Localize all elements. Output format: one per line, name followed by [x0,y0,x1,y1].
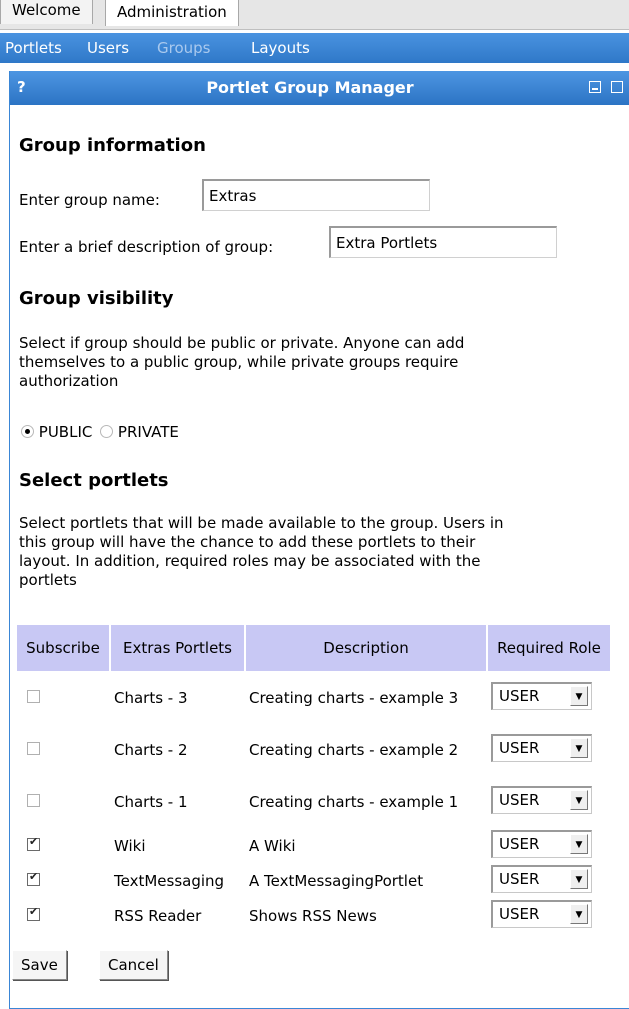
subnav-layouts[interactable]: Layouts [251,33,310,63]
select-portlets-help-line-3: layout. In addition, required roles may … [19,552,481,570]
col-required-role-header: Required Role [488,625,610,671]
role-select[interactable]: USER ▼ [491,829,592,858]
tab-administration[interactable]: Administration [105,0,239,26]
role-select[interactable]: USER ▼ [491,899,592,928]
portlet-description-cell: A TextMessagingPortlet [249,871,424,890]
select-portlets-help-line-4: portlets [19,571,77,589]
role-select-value: USER [499,687,540,705]
col-subscribe-header: Subscribe [17,625,109,671]
chevron-down-icon[interactable]: ▼ [570,833,588,854]
save-button[interactable]: Save [12,950,67,980]
select-portlets-help-line-2: this group will have the chance to add t… [19,533,476,551]
maximize-icon[interactable] [611,81,623,93]
portlets-table: Subscribe Extras Portlets Description Re… [15,623,612,934]
subnav-users[interactable]: Users [87,33,129,63]
role-select-value: USER [499,739,540,757]
portlet-name-cell: Charts - 1 [114,793,188,811]
admin-subnav: Portlets Users Groups Layouts [0,33,629,63]
group-name-label: Enter group name: [19,191,160,209]
subscribe-checkbox[interactable] [27,794,40,807]
role-select-value: USER [499,869,540,888]
col-portlet-name-header: Extras Portlets [111,625,244,671]
role-select[interactable]: USER ▼ [491,682,592,710]
subscribe-checkbox[interactable] [27,742,40,755]
role-select-value: USER [499,904,540,923]
table-header-row: Subscribe Extras Portlets Description Re… [17,625,610,671]
top-tab-bar: Welcome Administration [0,0,629,30]
portlet-description-cell: Creating charts - example 3 [249,688,459,707]
subscribe-cell [17,725,109,775]
cancel-button[interactable]: Cancel [99,950,168,980]
table-row: TextMessaging A TextMessagingPortlet USE… [17,864,610,897]
portlet-description-cell: A Wiki [249,836,296,855]
chevron-down-icon[interactable]: ▼ [570,738,588,758]
portlet-name-cell: Wiki [114,836,146,855]
portlet-description-cell: Creating charts - example 2 [249,740,459,759]
portlet-name-cell: Charts - 2 [114,741,188,759]
table-row: RSS Reader Shows RSS News USER ▼ [17,899,610,932]
chevron-down-icon[interactable]: ▼ [570,790,588,810]
portlet-group-manager: ? Portlet Group Manager Group informatio… [9,71,629,1009]
portlet-title: Portlet Group Manager [206,78,414,97]
role-select-value: USER [499,834,540,853]
chevron-down-icon[interactable]: ▼ [570,903,588,924]
portlet-description-cell: Creating charts - example 1 [249,792,459,811]
table-row: Charts - 3 Creating charts - example 3 U… [17,673,610,723]
private-label: PRIVATE [117,423,179,441]
select-portlets-help-line-1: Select portlets that will be made availa… [19,514,504,532]
subscribe-checkbox[interactable] [27,905,40,921]
role-cell: USER ▼ [488,673,610,723]
portlet-titlebar: ? Portlet Group Manager [10,71,629,105]
portlet-name-cell: RSS Reader [114,906,202,925]
role-cell: USER ▼ [488,899,610,932]
tab-welcome[interactable]: Welcome [0,0,93,24]
table-row: Charts - 1 Creating charts - example 1 U… [17,777,610,827]
subscribe-checkbox[interactable] [27,835,40,851]
role-select-value: USER [499,791,540,809]
visibility-help-line-1: Select if group should be public or priv… [19,334,465,352]
portlet-description-cell: Shows RSS News [249,906,377,925]
subscribe-cell [17,673,109,723]
group-name-input[interactable] [202,179,430,211]
chevron-down-icon[interactable]: ▼ [570,686,588,706]
subscribe-cell [17,864,109,897]
public-label: PUBLIC [38,423,93,441]
visibility-radio-group: PUBLIC PRIVATE [21,423,179,442]
table-row: Wiki A Wiki USER ▼ [17,829,610,862]
minimize-icon[interactable] [589,81,601,93]
group-description-input[interactable] [329,226,557,258]
private-radio[interactable] [100,425,114,438]
role-select[interactable]: USER ▼ [491,864,592,893]
visibility-help-line-2: themselves to a public group, while priv… [19,353,459,371]
table-row: Charts - 2 Creating charts - example 2 U… [17,725,610,775]
role-cell: USER ▼ [488,777,610,827]
subscribe-cell [17,899,109,932]
subscribe-checkbox[interactable] [27,690,40,703]
subnav-portlets[interactable]: Portlets [5,33,62,63]
role-cell: USER ▼ [488,725,610,775]
portlet-name-cell: Charts - 3 [114,689,188,707]
role-cell: USER ▼ [488,829,610,862]
subscribe-cell [17,777,109,827]
chevron-down-icon[interactable]: ▼ [570,868,588,889]
role-select[interactable]: USER ▼ [491,734,592,762]
public-radio[interactable] [21,425,34,438]
role-cell: USER ▼ [488,864,610,897]
select-portlets-heading: Select portlets [19,470,169,491]
subnav-groups[interactable]: Groups [157,33,210,63]
group-visibility-heading: Group visibility [19,288,174,309]
group-information-heading: Group information [19,135,206,156]
col-description-header: Description [246,625,486,671]
subscribe-cell [17,829,109,862]
role-select[interactable]: USER ▼ [491,786,592,814]
group-description-label: Enter a brief description of group: [19,238,274,256]
portlet-name-cell: TextMessaging [114,871,225,890]
subscribe-checkbox[interactable] [27,870,40,886]
visibility-help-line-3: authorization [19,372,119,390]
